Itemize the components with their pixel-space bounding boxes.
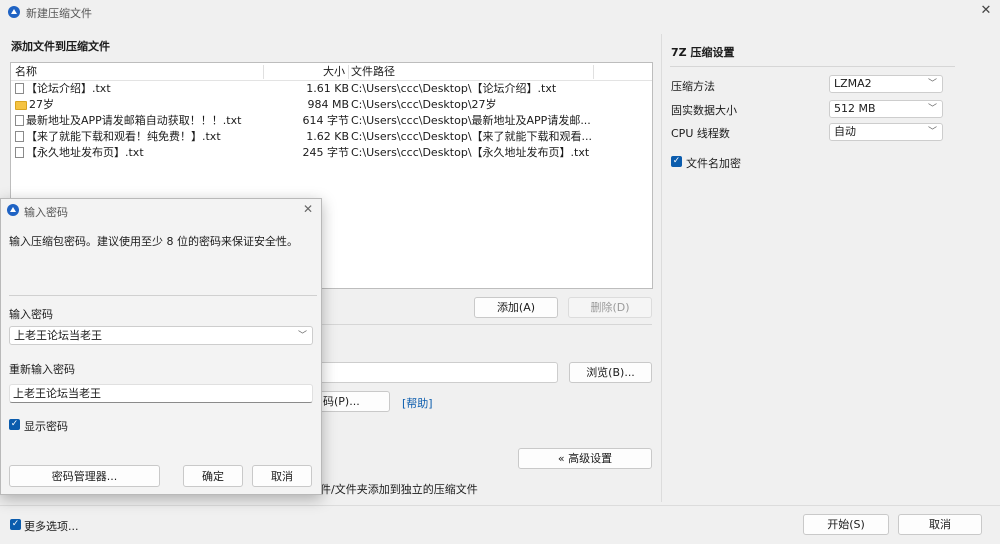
compression-method-label: 压缩方法 <box>671 80 715 93</box>
compression-method-select[interactable]: LZMA2 ﹀ <box>829 75 943 93</box>
enter-password-combo[interactable]: 上老王论坛当老王 ﹀ <box>9 326 313 345</box>
row-size: 984 MB <box>307 98 349 111</box>
column-divider <box>593 65 594 79</box>
settings-panel <box>661 34 662 502</box>
chevron-down-icon: ﹀ <box>297 331 307 341</box>
dialog-divider <box>9 295 317 296</box>
chevron-down-icon: ﹀ <box>927 127 937 137</box>
table-row[interactable]: 最新地址及APP请发邮箱自动获取！！！.txt 614 字节 C:\Users\… <box>11 113 649 129</box>
row-size: 614 字节 <box>302 114 350 127</box>
chevron-down-icon: ﹀ <box>927 79 937 89</box>
row-size: 1.62 KB <box>306 130 349 143</box>
row-name-text: 【论坛介绍】.txt <box>26 82 111 95</box>
chevron-down-icon: ﹀ <box>927 104 937 114</box>
row-name-text: 最新地址及APP请发邮箱自动获取！！！.txt <box>26 114 242 127</box>
table-row[interactable]: 【来了就能下载和观看！纯免费！】.txt 1.62 KB C:\Users\cc… <box>11 129 649 145</box>
delete-button[interactable]: 删除(D) <box>568 297 652 318</box>
dialog-description: 输入压缩包密码。建议使用至少 8 位的密码来保证安全性。 <box>9 235 298 248</box>
reenter-password-value: 上老王论坛当老王 <box>13 387 101 400</box>
compression-method-value: LZMA2 <box>834 77 872 90</box>
archive-path-input[interactable] <box>318 362 558 383</box>
row-name: 【论坛介绍】.txt <box>15 81 111 97</box>
set-password-button[interactable]: 码(P)... <box>318 391 390 412</box>
row-name: 【来了就能下载和观看！纯免费！】.txt <box>15 129 221 145</box>
row-name: 【永久地址发布页】.txt <box>15 145 144 161</box>
title-bar: 新建压缩文件 ✕ <box>0 0 1000 24</box>
row-name-text: 27岁 <box>29 98 54 111</box>
row-name: 最新地址及APP请发邮箱自动获取！！！.txt <box>15 113 241 129</box>
password-dialog: 输入密码 ✕ 输入压缩包密码。建议使用至少 8 位的密码来保证安全性。 输入密码… <box>0 198 322 495</box>
text-file-icon <box>15 115 24 126</box>
separator-line <box>322 324 652 325</box>
settings-title: 7Z 压缩设置 <box>671 46 735 59</box>
column-divider <box>348 65 349 79</box>
app-logo-icon <box>7 204 19 216</box>
dialog-ok-button[interactable]: 确定 <box>183 465 243 487</box>
more-options-checkbox[interactable]: ✓ <box>10 519 21 530</box>
dictionary-size-label: 固实数据大小 <box>671 104 737 117</box>
encrypt-filenames-checkbox[interactable]: ✓ <box>671 156 682 167</box>
text-file-icon <box>15 147 24 158</box>
table-row[interactable]: 27岁 984 MB C:\Users\ccc\Desktop\27岁 <box>11 97 649 113</box>
password-manager-button[interactable]: 密码管理器... <box>9 465 160 487</box>
folder-icon <box>15 101 27 110</box>
row-name: 27岁 <box>15 97 54 113</box>
dialog-title: 输入密码 <box>24 206 68 219</box>
separate-archive-label: 件/文件夹添加到独立的压缩文件 <box>320 483 478 496</box>
row-size: 1.61 KB <box>306 82 349 95</box>
enter-password-value: 上老王论坛当老王 <box>14 329 102 342</box>
reenter-password-input[interactable]: 上老王论坛当老王 <box>9 384 313 403</box>
enter-password-label: 输入密码 <box>9 308 53 321</box>
table-row[interactable]: 【永久地址发布页】.txt 245 字节 C:\Users\ccc\Deskto… <box>11 145 649 161</box>
show-password-checkbox[interactable]: ✓ <box>9 419 20 430</box>
text-file-icon <box>15 83 24 94</box>
column-divider <box>263 65 264 79</box>
settings-divider <box>670 66 955 67</box>
row-path: C:\Users\ccc\Desktop\【永久地址发布页】.txt <box>351 146 590 159</box>
row-path: C:\Users\ccc\Desktop\【论坛介绍】.txt <box>351 82 557 95</box>
cpu-threads-label: CPU 线程数 <box>671 127 730 140</box>
encrypt-filenames-label: 文件名加密 <box>686 157 741 170</box>
start-button[interactable]: 开始(S) <box>803 514 889 535</box>
browse-button[interactable]: 浏览(B)... <box>569 362 652 383</box>
help-link[interactable]: [帮助] <box>402 395 433 411</box>
row-path: C:\Users\ccc\Desktop\【来了就能下载和观看... <box>351 130 593 143</box>
column-size[interactable]: 大小 <box>323 63 345 80</box>
row-path: C:\Users\ccc\Desktop\27岁 <box>351 98 497 111</box>
section-title: 添加文件到压缩文件 <box>11 40 110 53</box>
row-name-text: 【永久地址发布页】.txt <box>26 146 144 159</box>
table-row[interactable]: 【论坛介绍】.txt 1.61 KB C:\Users\ccc\Desktop\… <box>11 81 649 97</box>
cpu-threads-select[interactable]: 自动 ﹀ <box>829 123 943 141</box>
row-size: 245 字节 <box>302 146 350 159</box>
window-title: 新建压缩文件 <box>26 7 92 20</box>
cpu-threads-value: 自动 <box>834 125 856 138</box>
row-path: C:\Users\ccc\Desktop\最新地址及APP请发邮... <box>351 114 591 127</box>
dictionary-size-select[interactable]: 512 MB ﹀ <box>829 100 943 118</box>
column-path[interactable]: 文件路径 <box>351 63 395 80</box>
app-logo-icon <box>8 6 20 18</box>
file-list-header: 名称 大小 文件路径 <box>11 63 652 81</box>
dictionary-size-value: 512 MB <box>834 102 876 115</box>
cancel-button[interactable]: 取消 <box>898 514 982 535</box>
advanced-settings-button[interactable]: « 高级设置 <box>518 448 652 469</box>
column-name[interactable]: 名称 <box>15 63 37 80</box>
row-name-text: 【来了就能下载和观看！纯免费！】.txt <box>26 130 221 143</box>
close-window-icon[interactable]: ✕ <box>978 3 994 19</box>
more-options-label: 更多选项... <box>24 520 79 533</box>
show-password-label: 显示密码 <box>24 420 68 433</box>
bottom-divider <box>0 505 1000 506</box>
text-file-icon <box>15 131 24 142</box>
reenter-password-label: 重新输入密码 <box>9 363 75 376</box>
add-button[interactable]: 添加(A) <box>474 297 558 318</box>
dialog-cancel-button[interactable]: 取消 <box>252 465 312 487</box>
close-dialog-icon[interactable]: ✕ <box>301 202 315 216</box>
